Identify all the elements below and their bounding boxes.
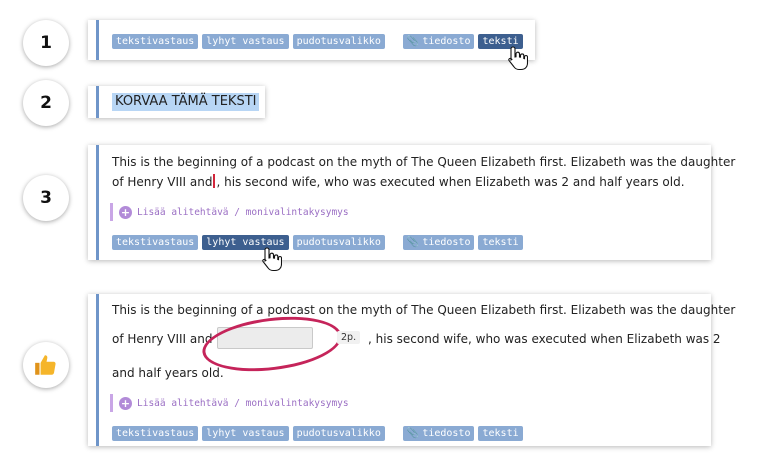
toolbar-card-1: tekstivastaus lyhyt vastaus pudotusvalik…	[88, 20, 535, 71]
plus-icon: +	[119, 205, 132, 219]
thumbs-up-icon	[35, 355, 56, 375]
hand-cursor-icon	[262, 247, 282, 272]
textfield-button[interactable]: tekstivastaus	[112, 34, 199, 49]
element-toolbar-4: tekstivastaus lyhyt vastaus pudotusvalik…	[112, 426, 527, 441]
plus-icon: +	[119, 396, 132, 410]
subtask-bar	[110, 394, 113, 412]
step-3-badge: 3	[23, 175, 69, 221]
paragraph-line-1: This is the beginning of a podcast on th…	[112, 155, 736, 169]
dropdown-button[interactable]: pudotusvalikko	[292, 235, 385, 250]
points-badge: 2p.	[337, 331, 361, 344]
hand-cursor-icon	[508, 46, 528, 71]
textfield-button[interactable]: tekstivastaus	[112, 235, 199, 250]
text-after-caret: , his second wife, who was executed when…	[216, 175, 685, 189]
paragraph-line-2[interactable]: of Henry VIII and, his second wife, who …	[112, 174, 685, 189]
subtask-label: Lisää alitehtävä / monivalintakysymys	[137, 397, 349, 409]
dropdown-button[interactable]: pudotusvalikko	[292, 426, 385, 441]
replace-text-placeholder[interactable]: KORVAA TÄMÄ TEKSTI	[112, 93, 260, 111]
text-button[interactable]: teksti	[478, 426, 523, 441]
file-button[interactable]: 📎 tiedosto	[402, 426, 475, 441]
paperclip-icon: 📎	[406, 36, 420, 47]
thumbs-up-badge	[23, 342, 69, 388]
file-button[interactable]: 📎 tiedosto	[402, 34, 475, 49]
textfield-button[interactable]: tekstivastaus	[112, 426, 199, 441]
paperclip-icon: 📎	[406, 428, 420, 439]
replace-text-card: KORVAA TÄMÄ TEKSTI	[88, 86, 265, 118]
element-toolbar: tekstivastaus lyhyt vastaus pudotusvalik…	[112, 34, 527, 49]
paragraph-line-2-before: of Henry VIII and	[112, 332, 213, 346]
short-answer-button[interactable]: lyhyt vastaus	[202, 34, 289, 49]
add-subtask-link[interactable]: + Lisää alitehtävä / monivalintakysymys	[110, 394, 349, 412]
step-1-badge: 1	[23, 20, 69, 66]
add-subtask-link[interactable]: + Lisää alitehtävä / monivalintakysymys	[110, 203, 349, 221]
short-answer-button[interactable]: lyhyt vastaus	[202, 426, 289, 441]
step-2-badge: 2	[23, 80, 69, 126]
text-button[interactable]: teksti	[478, 235, 523, 250]
file-label: tiedosto	[422, 36, 471, 47]
element-toolbar-3: tekstivastaus lyhyt vastaus pudotusvalik…	[112, 235, 527, 250]
file-button[interactable]: 📎 tiedosto	[402, 235, 475, 250]
file-label: tiedosto	[422, 428, 471, 439]
paperclip-icon: 📎	[406, 237, 420, 248]
editor-card-3: This is the beginning of a podcast on th…	[88, 145, 735, 272]
subtask-bar	[110, 203, 113, 221]
dropdown-button[interactable]: pudotusvalikko	[292, 34, 385, 49]
text-before-caret: of Henry VIII and	[112, 175, 213, 189]
editor-card-4: This is the beginning of a podcast on th…	[88, 294, 735, 446]
paragraph-line-2-after: , his second wife, who was executed when…	[368, 332, 721, 346]
subtask-label: Lisää alitehtävä / monivalintakysymys	[137, 206, 349, 218]
paragraph-line-1: This is the beginning of a podcast on th…	[112, 303, 736, 317]
paragraph-line-3: and half years old.	[112, 366, 224, 380]
file-label: tiedosto	[422, 237, 471, 248]
